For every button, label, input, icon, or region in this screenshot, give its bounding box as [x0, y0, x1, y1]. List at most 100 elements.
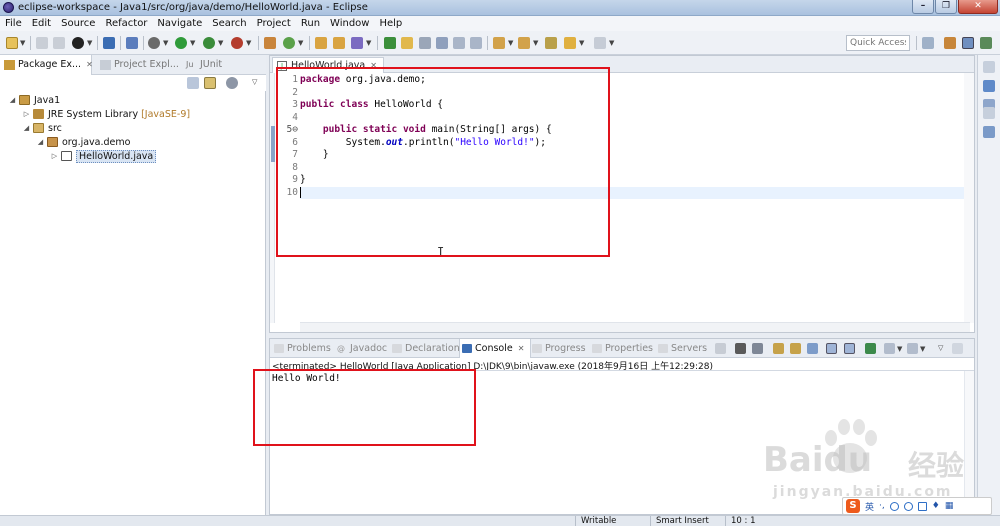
pin-console-icon[interactable]: [865, 343, 876, 354]
maximize-button[interactable]: ❐: [935, 0, 957, 14]
java-ee-perspective-icon[interactable]: [944, 37, 956, 49]
chevron-down-icon[interactable]: ▼: [533, 39, 538, 47]
open-task-icon[interactable]: [333, 37, 345, 49]
tree-item-helloworld[interactable]: ▷ HelloWorld.java: [50, 149, 157, 163]
expanded-icon[interactable]: ◢: [8, 96, 17, 104]
word-wrap-icon[interactable]: [790, 343, 801, 354]
external-tools-icon[interactable]: [231, 37, 243, 49]
menu-navigate[interactable]: Navigate: [152, 18, 207, 29]
tab-properties[interactable]: Properties: [590, 339, 653, 358]
java-perspective-icon[interactable]: [962, 37, 974, 49]
tree-item-src[interactable]: ◢ src: [22, 121, 62, 135]
menu-refactor[interactable]: Refactor: [100, 18, 152, 29]
editor-vertical-scrollbar[interactable]: [964, 73, 974, 323]
minimize-view-icon[interactable]: [952, 343, 963, 354]
tree-item-package[interactable]: ◢ org.java.demo: [36, 135, 131, 149]
chevron-down-icon[interactable]: ▼: [508, 39, 513, 47]
tab-console[interactable]: Console ✕: [459, 339, 532, 358]
close-icon[interactable]: ✕: [518, 344, 525, 353]
link-with-editor-icon[interactable]: [204, 77, 216, 89]
chevron-down-icon[interactable]: ▼: [609, 39, 614, 47]
collapse-all-icon[interactable]: [187, 77, 199, 89]
menu-window[interactable]: Window: [325, 18, 374, 29]
toolbox-icon[interactable]: ▦: [945, 501, 954, 511]
collapsed-icon[interactable]: ▷: [22, 110, 31, 118]
toggle-breakpoint-icon[interactable]: [126, 37, 138, 49]
remove-launch-icon[interactable]: [735, 343, 746, 354]
next-annotation-icon[interactable]: [493, 37, 505, 49]
chevron-down-icon[interactable]: ▼: [190, 39, 195, 47]
minimized-view-icon[interactable]: [983, 126, 995, 138]
tab-declaration[interactable]: Declaration: [390, 339, 460, 358]
menu-file[interactable]: File: [0, 18, 27, 29]
expanded-icon[interactable]: ◢: [22, 124, 31, 132]
new-java-project-icon[interactable]: [264, 37, 276, 49]
open-console-icon[interactable]: [907, 343, 918, 354]
quick-access-input[interactable]: [846, 35, 910, 51]
debug-perspective-icon[interactable]: [980, 37, 992, 49]
coverage-icon[interactable]: [203, 37, 215, 49]
chevron-down-icon[interactable]: ▼: [897, 345, 902, 353]
menu-project[interactable]: Project: [252, 18, 296, 29]
display-selected-console-icon[interactable]: [884, 343, 895, 354]
voice-icon[interactable]: [903, 501, 913, 511]
menu-search[interactable]: Search: [207, 18, 251, 29]
back-icon[interactable]: [564, 37, 576, 49]
block-selection-icon[interactable]: [419, 37, 431, 49]
open-perspective-icon[interactable]: [922, 37, 934, 49]
run-icon[interactable]: [175, 37, 187, 49]
tab-progress[interactable]: Progress: [530, 339, 586, 358]
annotation-icon[interactable]: [384, 37, 396, 49]
tab-project-explorer[interactable]: Project Expl...: [96, 55, 182, 75]
menu-help[interactable]: Help: [374, 18, 407, 29]
tab-problems[interactable]: Problems: [272, 339, 331, 358]
ime-toolbar[interactable]: S 英 ·, ♦ ▦: [842, 497, 992, 515]
chevron-down-icon[interactable]: ▼: [246, 39, 251, 47]
chevron-down-icon[interactable]: ▼: [298, 39, 303, 47]
show-on-stderr-icon[interactable]: [844, 343, 855, 354]
minimize-button[interactable]: –: [912, 0, 934, 14]
tab-package-explorer[interactable]: Package Ex... ✕: [0, 55, 93, 75]
save-all-icon[interactable]: [53, 37, 65, 49]
view-menu-icon[interactable]: ▽: [938, 344, 943, 352]
save-icon[interactable]: [36, 37, 48, 49]
view-menu-icon[interactable]: ▽: [252, 78, 257, 86]
menu-run[interactable]: Run: [296, 18, 325, 29]
sogou-ime-icon[interactable]: S: [846, 499, 860, 513]
chevron-down-icon[interactable]: ▼: [579, 39, 584, 47]
remove-all-terminated-icon[interactable]: [752, 343, 763, 354]
new-java-class-icon[interactable]: [283, 37, 295, 49]
filter-icon[interactable]: [226, 77, 238, 89]
forward-icon[interactable]: [594, 37, 606, 49]
open-type-icon[interactable]: [315, 37, 327, 49]
terminate-icon[interactable]: [715, 343, 726, 354]
emoji-icon[interactable]: [889, 501, 899, 511]
collapsed-icon[interactable]: ▷: [50, 152, 59, 160]
chevron-down-icon[interactable]: ▼: [163, 39, 168, 47]
previous-annotation-icon[interactable]: [518, 37, 530, 49]
tab-javadoc[interactable]: @ Javadoc: [335, 339, 387, 358]
close-icon[interactable]: ✕: [86, 60, 93, 69]
skin-icon[interactable]: ♦: [932, 501, 940, 511]
task-list-icon[interactable]: [983, 80, 995, 92]
word-wrap-icon[interactable]: [453, 37, 465, 49]
chevron-down-icon[interactable]: ▼: [218, 39, 223, 47]
punctuation-icon[interactable]: ·,: [879, 501, 885, 511]
tab-servers[interactable]: Servers: [656, 339, 707, 358]
restore-icon[interactable]: [983, 107, 995, 119]
tree-item-java1[interactable]: ◢ Java1: [8, 93, 60, 107]
chevron-down-icon[interactable]: ▼: [20, 39, 25, 47]
publish-icon[interactable]: [72, 37, 84, 49]
clear-console-icon[interactable]: [807, 343, 818, 354]
chevron-down-icon[interactable]: ▼: [920, 345, 925, 353]
chevron-down-icon[interactable]: ▼: [87, 39, 92, 47]
new-icon[interactable]: [6, 37, 18, 49]
mark-occurrences-icon[interactable]: [401, 37, 413, 49]
show-on-stdout-icon[interactable]: [826, 343, 837, 354]
editor-horizontal-scrollbar[interactable]: [300, 322, 970, 332]
search-icon[interactable]: [351, 37, 363, 49]
debug-icon[interactable]: [148, 37, 160, 49]
restore-icon[interactable]: [983, 61, 995, 73]
show-whitespace-icon[interactable]: [436, 37, 448, 49]
tree-item-jre-library[interactable]: ▷ JRE System Library [JavaSE-9]: [22, 107, 190, 121]
